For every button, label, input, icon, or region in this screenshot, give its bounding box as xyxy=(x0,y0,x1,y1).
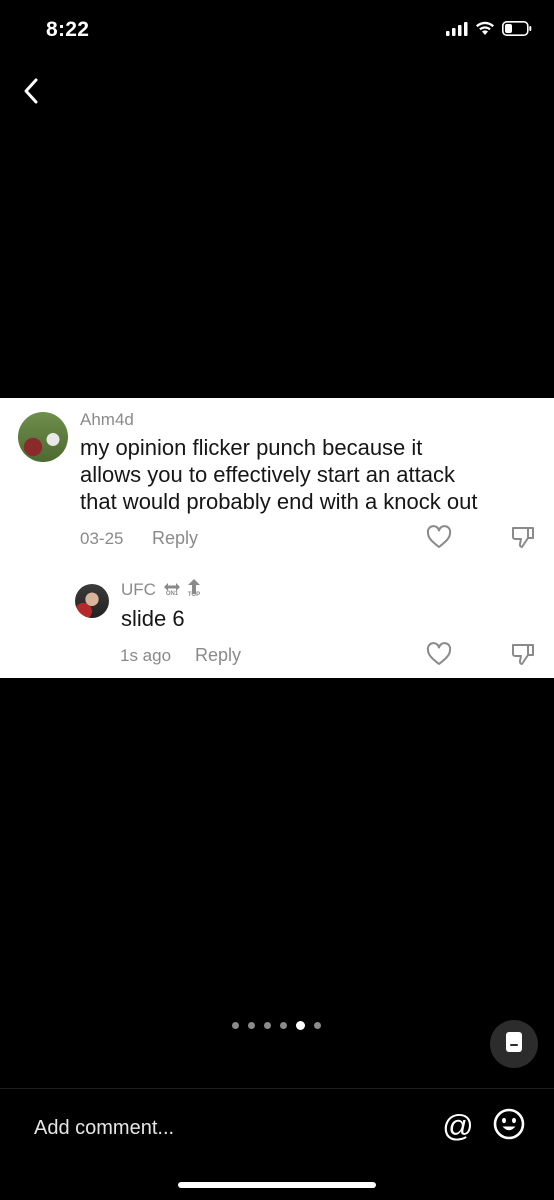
smiley-icon xyxy=(493,1108,525,1145)
signal-bars-icon xyxy=(446,21,468,41)
back-button[interactable] xyxy=(14,76,48,110)
heart-icon xyxy=(426,524,452,554)
dislike-button[interactable] xyxy=(508,524,538,554)
carousel-dot[interactable] xyxy=(232,1022,239,1029)
comment-text-line: that would probably end with a knock out xyxy=(80,489,478,514)
swap-arrows-icon: ON1 xyxy=(163,581,181,597)
carousel-dot[interactable] xyxy=(314,1022,321,1029)
reply-avatar[interactable] xyxy=(75,584,109,618)
reply-button[interactable]: Reply xyxy=(195,645,241,666)
home-indicator xyxy=(178,1182,376,1188)
thumbs-down-icon xyxy=(510,641,536,672)
comment-username[interactable]: Ahm4d xyxy=(80,410,134,430)
dislike-button[interactable] xyxy=(508,641,538,671)
composer-divider xyxy=(0,1088,554,1089)
comment-text-line: allows you to effectively start an attac… xyxy=(80,462,455,487)
status-time: 8:22 xyxy=(46,18,90,41)
like-button[interactable] xyxy=(424,524,454,554)
carousel-dot[interactable] xyxy=(264,1022,271,1029)
heart-icon xyxy=(426,641,452,671)
chevron-left-icon xyxy=(22,77,40,110)
reply-button[interactable]: Reply xyxy=(152,528,198,549)
status-icons xyxy=(446,21,532,41)
avatar[interactable] xyxy=(18,412,68,462)
status-bar: 8:22 xyxy=(0,0,554,64)
document-button[interactable] xyxy=(490,1020,538,1068)
comment-input[interactable] xyxy=(34,1112,414,1144)
carousel-dot-active[interactable] xyxy=(296,1021,305,1030)
reply-time: 1s ago xyxy=(120,646,172,665)
battery-icon xyxy=(502,21,532,41)
wifi-icon xyxy=(475,21,495,41)
comment-text-line: my opinion flicker punch because it xyxy=(80,435,423,460)
badge-label: TOP xyxy=(187,592,201,598)
like-button[interactable] xyxy=(424,641,454,671)
carousel-indicator xyxy=(232,1021,321,1030)
reply-text: slide 6 xyxy=(121,606,185,631)
carousel-dot[interactable] xyxy=(280,1022,287,1029)
emoji-button[interactable] xyxy=(491,1108,527,1144)
document-icon xyxy=(505,1031,523,1058)
reply-username[interactable]: UFC xyxy=(121,580,156,600)
comment-date: 03-25 xyxy=(80,529,124,548)
carousel-dot[interactable] xyxy=(248,1022,255,1029)
thumbs-down-icon xyxy=(510,524,536,555)
badge-label: ON1 xyxy=(165,591,179,597)
arrow-up-icon: TOP xyxy=(187,579,201,598)
mention-button[interactable]: @ xyxy=(440,1108,476,1144)
